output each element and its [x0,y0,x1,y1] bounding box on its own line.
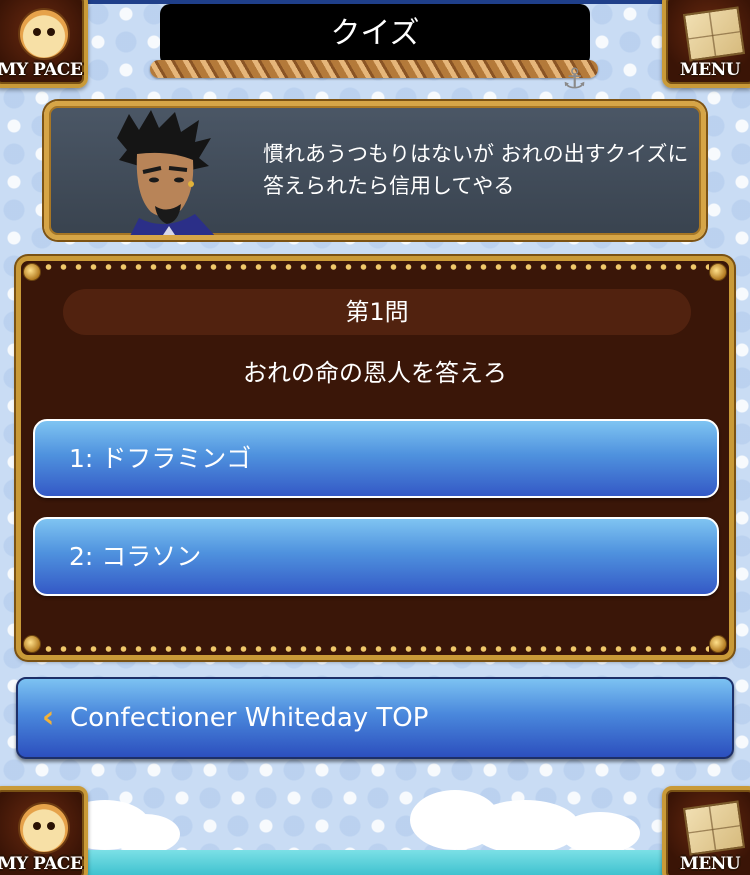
treasure-map-icon [682,800,746,856]
sea-decoration [0,850,750,875]
cloud-decoration [560,812,640,854]
question-number: 第1問 [63,289,691,335]
my-page-button-bottom[interactable]: MY PACE [0,786,88,875]
rivet-row [41,264,709,270]
menu-button-bottom[interactable]: MENU [662,786,750,875]
chevron-left-icon: ‹ [42,700,55,735]
menu-button[interactable]: MENU [662,0,750,88]
page-title: クイズ [160,4,590,66]
back-button-label: Confectioner Whiteday TOP [70,703,429,733]
character-avatar [117,110,215,235]
my-page-button[interactable]: MY PACE [0,0,88,88]
treasure-map-icon [682,6,746,62]
rope-decoration [150,60,598,78]
answer-button-1[interactable]: 1: ドフラミンゴ [33,419,719,498]
my-page-label: MY PACE [0,60,83,80]
my-page-label: MY PACE [0,854,83,874]
back-to-event-top-button[interactable]: ‹ Confectioner Whiteday TOP [16,677,734,759]
quiz-panel: 第1問 おれの命の恩人を答えろ 1: ドフラミンゴ 2: コラソン [16,256,734,660]
character-dialog: 慣れあうつもりはないが おれの出すクイズに答えられたら信用してやる [44,101,706,240]
answer-button-2[interactable]: 2: コラソン [33,517,719,596]
menu-label: MENU [679,60,741,80]
bolt-icon [709,635,727,653]
cloud-decoration [110,814,180,854]
rivet-row [41,646,709,652]
bolt-icon [23,263,41,281]
bolt-icon [23,635,41,653]
bolt-icon [709,263,727,281]
menu-label: MENU [679,854,741,874]
dialog-text: 慣れあうつもりはないが おれの出すクイズに答えられたら信用してやる [263,142,689,198]
question-text: おれの命の恩人を答えろ [243,359,507,387]
anchor-icon: ⚓ [562,62,588,95]
sunny-figurehead-icon [18,8,70,60]
sunny-figurehead-icon [18,802,70,854]
